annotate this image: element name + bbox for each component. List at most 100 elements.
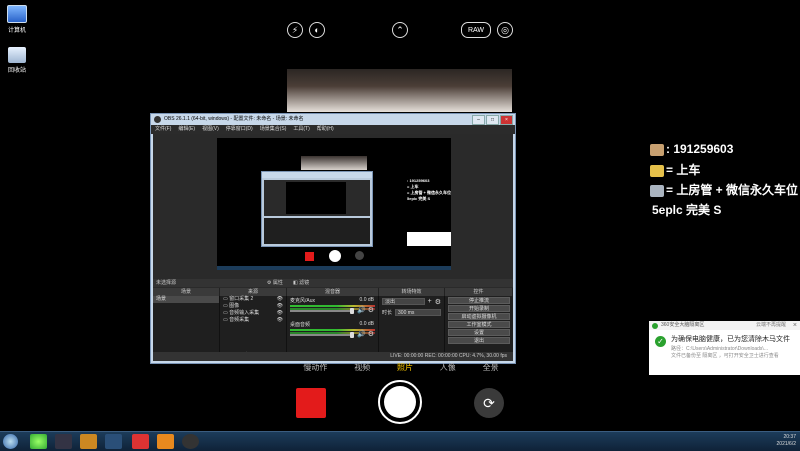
computer-icon bbox=[7, 5, 27, 23]
obs-menu-bar: 文件(F) 编辑(E) 视图(V) 停靠窗口(D) 场景集合(S) 工具(T) … bbox=[151, 125, 515, 134]
minimize-button[interactable]: – bbox=[472, 115, 485, 125]
popup-settings-link[interactable]: 云端不再提醒 bbox=[756, 321, 786, 330]
stream-preview[interactable]: : 191259603 = 上车 = 上房管 + 微信永久车位 5eplc 完美 S bbox=[217, 138, 451, 270]
check-icon: ✓ bbox=[655, 336, 666, 347]
system-tray: 20:37 2021/6/2 bbox=[777, 434, 796, 448]
properties-button[interactable]: ⚙ 属性 bbox=[267, 279, 283, 287]
studio-mode-button[interactable]: 工作室模式 bbox=[448, 321, 510, 328]
mode-slowmo[interactable]: 慢动作 bbox=[303, 362, 327, 372]
clock-date[interactable]: 2021/6/2 bbox=[777, 441, 796, 448]
menu-file[interactable]: 文件(F) bbox=[155, 125, 171, 134]
menu-docks[interactable]: 停靠窗口(D) bbox=[226, 125, 253, 134]
mixer-track-db: 0.0 dB bbox=[359, 297, 374, 303]
dock-header-mixer: 混音器 bbox=[287, 288, 379, 296]
mode-video[interactable]: 视频 bbox=[354, 362, 370, 372]
steam-icon[interactable] bbox=[105, 434, 122, 449]
overlay-line: 5eplc 完美 S bbox=[652, 203, 722, 217]
camera-viewfinder bbox=[287, 69, 512, 112]
speaker-icon[interactable]: 🔊 bbox=[357, 307, 366, 314]
settings-button[interactable]: 设置 bbox=[448, 329, 510, 336]
pencil-icon bbox=[650, 164, 664, 177]
game-icon[interactable] bbox=[80, 434, 97, 449]
popup-note: 文件已备份至 隔离区 ，可打开安全卫士进行查看 bbox=[671, 353, 779, 359]
dock-header-scenes: 场景 bbox=[153, 288, 220, 296]
overlay-line: : 191259603 bbox=[650, 142, 733, 156]
start-recording-button[interactable]: 开始录制 bbox=[448, 305, 510, 312]
hdr-icon[interactable]: ◐ bbox=[309, 22, 325, 38]
speaker-icon[interactable]: 🔊 bbox=[357, 331, 366, 338]
flip-camera-icon[interactable]: ⟳ bbox=[474, 388, 504, 418]
no-source-label: 未选择源 bbox=[156, 280, 177, 286]
maximize-button[interactable]: □ bbox=[486, 115, 499, 125]
chevron-up-icon[interactable]: ⌃ bbox=[392, 22, 408, 38]
popup-message: 为确保电脑健康，已为您清除木马文件 bbox=[671, 336, 790, 343]
qq-icon[interactable] bbox=[55, 434, 72, 449]
netease-music-icon[interactable] bbox=[132, 434, 149, 449]
gear-icon[interactable]: ⚙ bbox=[368, 307, 374, 314]
source-item[interactable]: ▭ 窗口采集 2 👁 bbox=[220, 296, 286, 303]
menu-scene-collection[interactable]: 场景集合(S) bbox=[260, 125, 287, 134]
source-item[interactable]: ▭ 音频输入采集 👁 bbox=[220, 310, 286, 317]
clock-time[interactable]: 20:37 bbox=[777, 434, 796, 441]
add-icon[interactable]: + bbox=[428, 298, 432, 305]
duration-label: 时长 bbox=[382, 310, 393, 316]
transition-select[interactable]: 淡出 bbox=[382, 298, 425, 305]
overlay-line: = 上房管 + 微信永久车位 bbox=[650, 181, 798, 198]
dock-header-controls: 控件 bbox=[445, 288, 513, 296]
menu-edit[interactable]: 编辑(E) bbox=[178, 125, 195, 134]
obs-window[interactable]: OBS 26.1.1 (64-bit, windows) - 配置文件: 未命名… bbox=[150, 113, 516, 364]
obs-title-text: OBS 26.1.1 (64-bit, windows) - 配置文件: 未命名… bbox=[164, 116, 304, 122]
keyboard-icon bbox=[650, 184, 664, 197]
mixer-track: 麦克风/Aux 0.0 dB 🔊 ⚙ bbox=[287, 296, 378, 320]
live-photo-icon[interactable]: ◎ bbox=[497, 22, 513, 38]
close-button[interactable]: × bbox=[500, 115, 513, 125]
dock-headers: 场景 来源 混音器 转场特效 控件 bbox=[153, 288, 513, 296]
source-item[interactable]: ▭ 图像 👁 bbox=[220, 303, 286, 310]
security-popup[interactable]: 360安全大脑隔离区 云端不再提醒 × ✓ 为确保电脑健康，已为您清除木马文件 … bbox=[649, 321, 800, 375]
app-icon[interactable] bbox=[157, 434, 174, 449]
obs-title-bar[interactable]: OBS 26.1.1 (64-bit, windows) - 配置文件: 未命名… bbox=[151, 114, 515, 125]
recycle-bin-icon bbox=[8, 47, 26, 63]
menu-view[interactable]: 视图(V) bbox=[202, 125, 219, 134]
stop-streaming-button[interactable]: 停止推流 bbox=[448, 297, 510, 304]
camera-mode-bar: 慢动作 视频 照片 人像 全景 bbox=[290, 362, 512, 372]
start-button[interactable] bbox=[3, 434, 18, 449]
exit-button[interactable]: 退出 bbox=[448, 337, 510, 344]
desktop-icon-label: 计算机 bbox=[7, 28, 26, 34]
source-item[interactable]: ▭ 音频采集 👁 bbox=[220, 317, 286, 324]
menu-tools[interactable]: 工具(T) bbox=[293, 125, 309, 134]
duration-input[interactable]: 300 ms bbox=[395, 309, 441, 316]
preview-area: : 191259603 = 上车 = 上房管 + 微信永久车位 5eplc 完美 S bbox=[153, 134, 513, 278]
desktop-icon-recycle-bin[interactable]: 回收站 bbox=[4, 47, 30, 74]
overlay-line: = 上车 bbox=[650, 161, 700, 178]
gear-icon[interactable]: ⚙ bbox=[435, 298, 441, 306]
mixer-track-db: 0.0 dB bbox=[359, 321, 374, 327]
flash-off-icon[interactable]: ⚡ bbox=[287, 22, 303, 38]
volume-slider[interactable] bbox=[290, 332, 354, 338]
virtual-camera-button[interactable]: 启动虚拟摄像机 bbox=[448, 313, 510, 320]
raw-toggle[interactable]: RAW bbox=[461, 22, 491, 38]
close-icon[interactable]: × bbox=[793, 321, 797, 330]
mode-photo[interactable]: 照片 bbox=[397, 362, 413, 372]
mode-portrait[interactable]: 人像 bbox=[440, 362, 456, 372]
shield-icon bbox=[652, 323, 658, 329]
desktop-icon-computer[interactable]: 计算机 bbox=[4, 5, 30, 34]
taskbar: 20:37 2021/6/2 bbox=[0, 431, 800, 451]
menu-help[interactable]: 帮助(H) bbox=[317, 125, 334, 134]
dock-header-sources: 来源 bbox=[220, 288, 287, 296]
desktop-icon-label: 回收站 bbox=[7, 68, 26, 74]
record-button[interactable] bbox=[296, 388, 326, 418]
dock-header-transitions: 转场特效 bbox=[379, 288, 445, 296]
360-icon[interactable] bbox=[30, 434, 47, 449]
popup-app-name: 360安全大脑隔离区 bbox=[661, 322, 705, 328]
status-bar: LIVE: 00:00:00 REC: 00:00:00 CPU: 4.7%, … bbox=[153, 352, 513, 361]
scene-item[interactable]: 场景 bbox=[153, 296, 219, 303]
gear-icon[interactable]: ⚙ bbox=[368, 331, 374, 338]
obs-logo-icon bbox=[154, 116, 161, 123]
source-toolbar: 未选择源 ⚙ 属性 ◧ 滤镜 bbox=[153, 279, 513, 287]
obs-taskbar-icon[interactable] bbox=[182, 434, 199, 449]
shutter-button[interactable] bbox=[378, 380, 422, 424]
mode-pano[interactable]: 全景 bbox=[483, 362, 499, 372]
volume-slider[interactable] bbox=[290, 308, 354, 314]
filters-button[interactable]: ◧ 滤镜 bbox=[293, 279, 309, 287]
